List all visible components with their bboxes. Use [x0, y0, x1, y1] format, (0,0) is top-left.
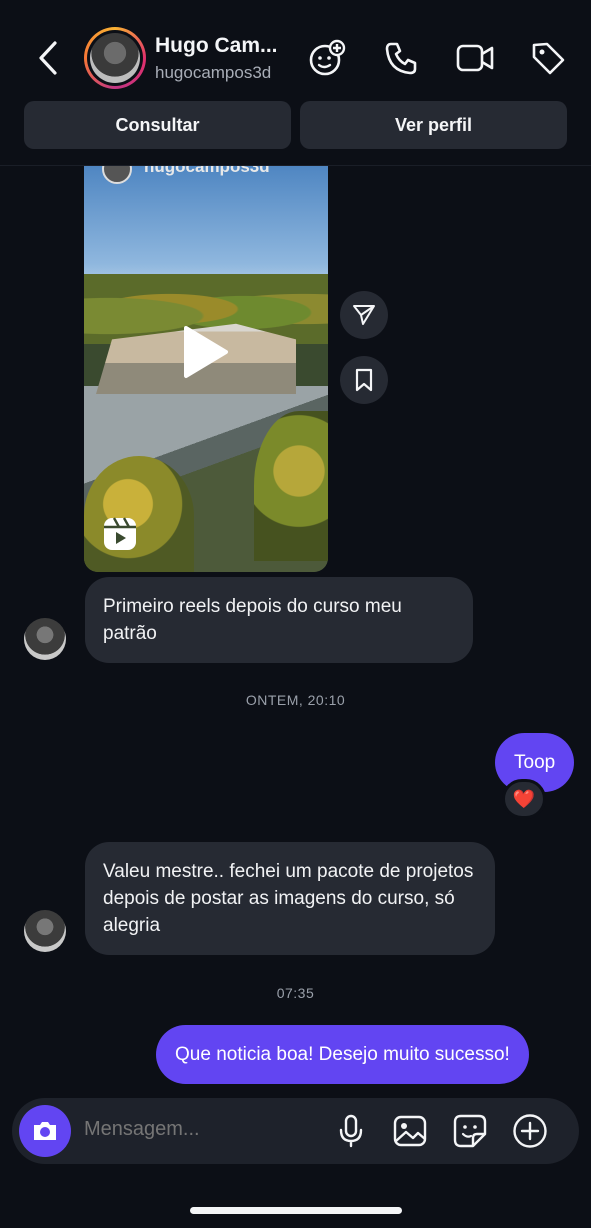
shared-reel-card[interactable]: hugocampos3d — [84, 166, 328, 572]
plus-icon[interactable] — [510, 1111, 550, 1151]
profile-avatar[interactable] — [84, 27, 146, 89]
contact-name[interactable]: Hugo Cam... — [155, 34, 290, 58]
reel-author-name: hugocampos3d — [144, 166, 270, 176]
sender-avatar[interactable] — [24, 618, 66, 660]
gallery-icon[interactable] — [390, 1111, 430, 1151]
outgoing-message[interactable]: Que noticia boa! Desejo muito sucesso! — [156, 1025, 529, 1084]
message-composer — [12, 1098, 579, 1164]
sender-avatar[interactable] — [24, 910, 66, 952]
reels-icon — [102, 516, 138, 552]
bookmark-icon[interactable] — [340, 356, 388, 404]
phone-icon[interactable] — [381, 38, 421, 78]
video-camera-icon[interactable] — [455, 38, 495, 78]
home-indicator — [190, 1207, 402, 1214]
microphone-icon[interactable] — [331, 1111, 371, 1151]
thread-header: Hugo Cam... hugocampos3d — [0, 0, 591, 100]
share-icon[interactable] — [340, 291, 388, 339]
view-profile-button[interactable]: Ver perfil — [300, 101, 567, 149]
consult-button[interactable]: Consultar — [24, 101, 291, 149]
play-icon[interactable] — [180, 324, 230, 380]
contact-username[interactable]: hugocampos3d — [155, 63, 271, 83]
camera-icon[interactable] — [19, 1105, 71, 1157]
incoming-message[interactable]: Valeu mestre.. fechei um pacote de proje… — [85, 842, 495, 955]
incoming-message[interactable]: Primeiro reels depois do curso meu patrã… — [85, 577, 473, 663]
effects-icon[interactable] — [307, 38, 347, 78]
dm-thread-screen: Hugo Cam... hugocampos3d Consultar Ver p… — [0, 0, 591, 1228]
sticker-icon[interactable] — [450, 1111, 490, 1151]
message-timestamp: ONTEM, 20:10 — [245, 692, 346, 708]
message-input[interactable] — [84, 1118, 324, 1141]
heart-reaction-icon[interactable]: ❤️ — [502, 779, 546, 819]
message-timestamp: 07:35 — [276, 985, 315, 1001]
tag-icon[interactable] — [528, 38, 568, 78]
back-chevron-icon[interactable] — [28, 36, 68, 80]
